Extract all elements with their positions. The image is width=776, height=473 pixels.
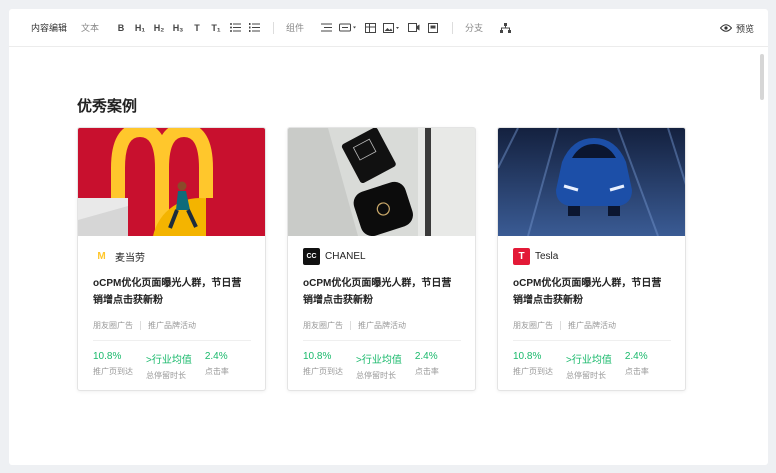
image-icon[interactable] (381, 20, 403, 36)
metric-duration: >行业均值 总停留时长 (146, 351, 192, 381)
metric-value: 2.4% (204, 351, 228, 362)
metric-reach: 10.8% 推广页到达 (93, 351, 133, 381)
metric-label: 推广页到达 (303, 367, 343, 376)
tag-channel: 朋友圈广告 (513, 321, 553, 330)
content-edit-tab[interactable]: 内容编辑 (31, 21, 67, 34)
metric-value: >行业均值 (356, 355, 402, 366)
metric-label: 推广页到达 (93, 367, 133, 376)
editor-toolbar: 内容编辑 文本 B H₁ H₂ H₃ T T₁ 组件 分支 预览 (9, 9, 768, 47)
case-card-chanel[interactable]: CC CHANEL oCPM优化页面曝光人群，节日营销增点击获新粉 朋友圈广告 … (287, 127, 476, 391)
brand-name: Tesla (535, 250, 559, 262)
sitemap-icon[interactable] (497, 20, 513, 36)
preview-button[interactable]: 预览 (719, 9, 754, 47)
heading1-button[interactable]: H₁ (132, 20, 148, 36)
tag-goal: 推广品牌活动 (568, 321, 616, 330)
bullet-list-icon[interactable] (227, 20, 243, 36)
metric-value: 2.4% (414, 351, 438, 362)
video-icon[interactable] (406, 20, 422, 36)
heading3-button[interactable]: H₃ (170, 20, 186, 36)
chanel-case-image (288, 128, 475, 236)
case-metrics: 10.8% 推广页到达 >行业均值 总停留时长 2.4% 点击率 (93, 351, 265, 381)
tag-goal: 推广品牌活动 (148, 321, 196, 330)
metric-label: 点击率 (414, 367, 439, 376)
metric-value: 2.4% (624, 351, 648, 362)
brand-name: CHANEL (325, 250, 366, 262)
vertical-scrollbar[interactable] (760, 54, 764, 100)
case-tags: 朋友圈广告 推广品牌活动 (303, 320, 475, 331)
card-icon[interactable] (425, 20, 441, 36)
case-tags: 朋友圈广告 推广品牌活动 (513, 320, 685, 331)
metric-reach: 10.8% 推广页到达 (303, 351, 343, 381)
case-headline: oCPM优化页面曝光人群，节日营销增点击获新粉 (303, 278, 452, 306)
subscript-button[interactable]: T₁ (208, 20, 224, 36)
case-metrics: 10.8% 推广页到达 >行业均值 总停留时长 2.4% 点击率 (513, 351, 685, 381)
brand-name: 麦当劳 (115, 252, 145, 264)
bold-button[interactable]: B (113, 20, 129, 36)
metric-ctr: 2.4% 点击率 (415, 351, 439, 381)
preview-label: 预览 (735, 23, 754, 34)
brand-row: CC CHANEL (303, 247, 475, 265)
chanel-logo-icon: CC (303, 247, 320, 265)
brand-row: T Tesla (513, 247, 685, 265)
editor-window: 内容编辑 文本 B H₁ H₂ H₃ T T₁ 组件 分支 预览 优秀案例 M … (9, 9, 768, 465)
metric-label: 总停留时长 (566, 371, 606, 380)
eye-icon (719, 24, 732, 32)
table-icon[interactable] (362, 20, 378, 36)
metric-label: 点击率 (624, 367, 649, 376)
numbered-list-icon[interactable] (246, 20, 262, 36)
metric-value: 10.8% (93, 351, 122, 362)
case-cards: M 麦当劳 oCPM优化页面曝光人群，节日营销增点击获新粉 朋友圈广告 推广品牌… (77, 127, 686, 391)
metric-value: 10.8% (513, 351, 542, 362)
components-menu[interactable]: 组件 (286, 21, 304, 34)
metric-reach: 10.8% 推广页到达 (513, 351, 553, 381)
card-divider (93, 340, 251, 341)
metric-value: >行业均值 (566, 355, 612, 366)
branch-menu[interactable]: 分支 (465, 21, 483, 34)
case-tags: 朋友圈广告 推广品牌活动 (93, 320, 265, 331)
heading2-button[interactable]: H₂ (151, 20, 167, 36)
metric-duration: >行业均值 总停留时长 (566, 351, 612, 381)
tesla-logo-icon: T (513, 247, 530, 265)
metric-ctr: 2.4% 点击率 (625, 351, 649, 381)
section-title: 优秀案例 (77, 98, 138, 115)
mcdonalds-case-image (78, 128, 265, 236)
text-format-button[interactable]: T (189, 20, 205, 36)
tesla-case-image (498, 128, 685, 236)
mcdonalds-logo-icon: M (97, 250, 106, 262)
card-divider (303, 340, 461, 341)
align-icon[interactable] (318, 20, 334, 36)
metric-value: >行业均值 (146, 355, 192, 366)
case-card-tesla[interactable]: T Tesla oCPM优化页面曝光人群，节日营销增点击获新粉 朋友圈广告 推广… (497, 127, 686, 391)
tag-channel: 朋友圈广告 (303, 321, 343, 330)
metric-label: 总停留时长 (356, 371, 396, 380)
toolbar-divider (273, 21, 275, 34)
tag-divider (560, 321, 561, 330)
tag-channel: 朋友圈广告 (93, 321, 133, 330)
brand-row: M 麦当劳 (93, 247, 265, 265)
metric-duration: >行业均值 总停留时长 (356, 351, 402, 381)
tag-divider (350, 321, 351, 330)
card-divider (513, 340, 671, 341)
case-headline: oCPM优化页面曝光人群，节日营销增点击获新粉 (513, 278, 662, 306)
toolbar-divider (452, 21, 454, 34)
metric-label: 总停留时长 (146, 371, 186, 380)
tag-divider (140, 321, 141, 330)
metric-ctr: 2.4% 点击率 (205, 351, 229, 381)
metric-label: 点击率 (204, 367, 229, 376)
button-component-icon[interactable] (337, 20, 359, 36)
metric-label: 推广页到达 (513, 367, 553, 376)
tag-goal: 推广品牌活动 (358, 321, 406, 330)
case-metrics: 10.8% 推广页到达 >行业均值 总停留时长 2.4% 点击率 (303, 351, 475, 381)
text-style-dropdown[interactable]: 文本 (81, 21, 99, 34)
case-card-mcdonalds[interactable]: M 麦当劳 oCPM优化页面曝光人群，节日营销增点击获新粉 朋友圈广告 推广品牌… (77, 127, 266, 391)
case-headline: oCPM优化页面曝光人群，节日营销增点击获新粉 (93, 278, 242, 306)
metric-value: 10.8% (303, 351, 332, 362)
